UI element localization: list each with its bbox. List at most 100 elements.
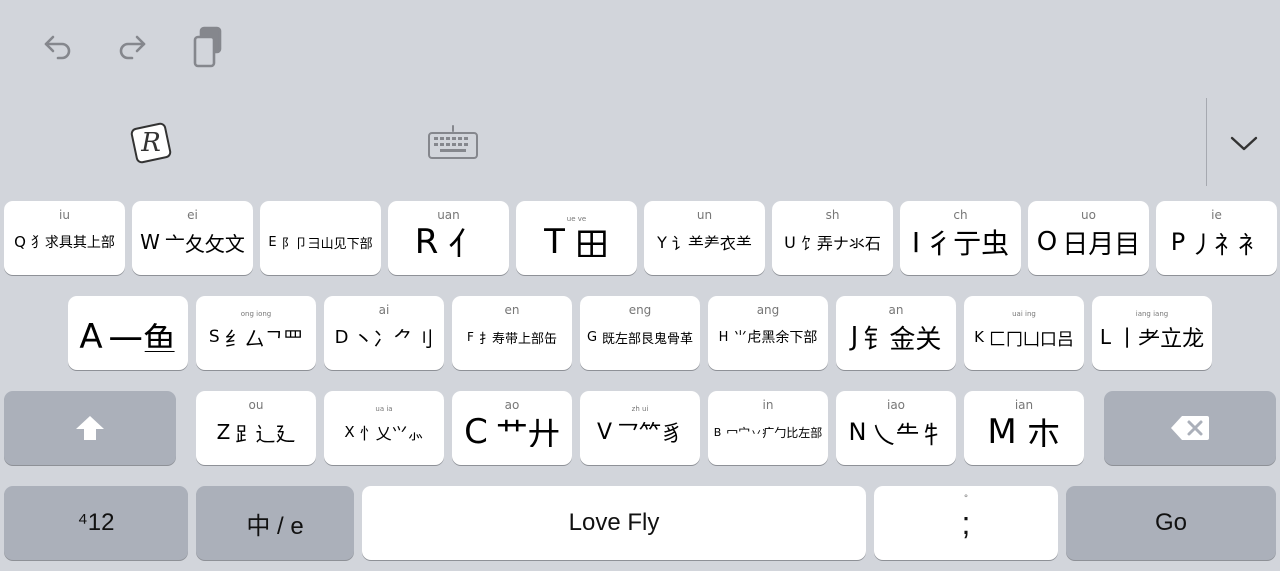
keyboard-icon[interactable] (424, 122, 482, 162)
key-hint: ei (187, 208, 198, 222)
key-hint: an (888, 303, 904, 317)
key-letter: Q (14, 233, 26, 251)
key-glyphs: 既左部艮鬼骨革 (602, 331, 694, 347)
key-glyphs: 纟厶ᄀ罒 (224, 326, 304, 351)
key-hint: un (696, 208, 713, 222)
key-p[interactable]: ie P 丿礻衤 (1156, 201, 1277, 275)
key-hint: ie (1211, 208, 1222, 222)
key-hint: uan (437, 208, 460, 222)
key-t[interactable]: ue ve T田 (516, 201, 637, 275)
key-hint: ou (248, 398, 264, 412)
key-n[interactable]: iao N 乀⺧牜 (836, 391, 956, 465)
key-row-2: A 一鱼 ong iong S 纟厶ᄀ罒 ai D 丶冫⺈刂 en F 扌寿带上部缶 e… (0, 296, 1280, 372)
key-o[interactable]: uo O 日月目 (1028, 201, 1149, 275)
shift-key[interactable] (4, 391, 176, 465)
go-key[interactable]: Go (1066, 486, 1276, 560)
redo-icon[interactable] (112, 26, 152, 66)
key-j[interactable]: an J 钅金关 (836, 296, 956, 370)
numbers-key[interactable]: ⁴12 (4, 486, 188, 560)
key-r[interactable]: uan R亻 (388, 201, 509, 275)
app-logo-letter: R (141, 128, 161, 158)
key-letter: K (974, 328, 984, 346)
key-d[interactable]: ai D 丶冫⺈刂 (324, 296, 444, 370)
key-glyphs: 亻 (448, 227, 483, 257)
go-key-label: Go (1154, 509, 1187, 536)
key-x[interactable]: ua ia X 忄乂⺍⺗ (324, 391, 444, 465)
key-y[interactable]: un Y 讠⺷⺶⾐⺷ (644, 201, 765, 275)
key-glyphs: 彳亍虫 (925, 227, 1010, 257)
key-letter: Y (657, 232, 667, 252)
key-glyphs: 阝卩彐山见下部 (281, 236, 373, 252)
chevron-down-icon[interactable] (1222, 126, 1266, 160)
space-key[interactable]: Love Fly (362, 486, 866, 560)
key-letter: U (784, 232, 796, 252)
key-letter: S (208, 327, 220, 347)
key-a[interactable]: A 一鱼 (68, 296, 188, 370)
key-k[interactable]: uai ing K 匚冂凵口吕 (964, 296, 1084, 370)
key-g[interactable]: eng G 既左部艮鬼骨革 (580, 296, 700, 370)
key-e[interactable]: E 阝卩彐山见下部 (260, 201, 381, 275)
key-hint: eng (628, 303, 652, 317)
key-m[interactable]: ian M朩 (964, 391, 1084, 465)
key-q[interactable]: iu Q 犭求具其上部 (4, 201, 125, 275)
space-key-label: Love Fly (568, 509, 660, 536)
key-glyphs: 冖宀丷疒勹比左部 (726, 425, 823, 440)
key-letter: J (850, 322, 859, 352)
key-letter: D (334, 326, 349, 348)
key-hint: ong iong (240, 310, 272, 318)
key-w[interactable]: ei W 亠夂攵文 (132, 201, 253, 275)
key-glyphs: 艹廾 (495, 417, 560, 447)
key-hint: uai ing (1012, 310, 1036, 318)
key-row-3: ou Z ⻊辶廴 ua ia X 忄乂⺍⺗ ao C 艹廾 zh ui V 乛⺮豸 in… (0, 391, 1280, 467)
key-glyphs: 一鱼 (108, 322, 177, 352)
key-row-4: ⁴12 中 / e Love Fly ° ; Go (0, 486, 1280, 562)
key-i[interactable]: ch I 彳亍虫 (900, 201, 1021, 275)
key-h[interactable]: ang H ⺌虍黑余下部 (708, 296, 828, 370)
numbers-key-label: ⁴12 (77, 509, 115, 536)
key-glyphs: 忄乂⺍⺗ (359, 424, 424, 443)
backspace-icon (1171, 416, 1209, 440)
language-switch-key[interactable]: 中 / e (196, 486, 354, 560)
key-hint: iang iang (1135, 310, 1169, 318)
key-v[interactable]: zh ui V 乛⺮豸 (580, 391, 700, 465)
shift-arrow-icon (76, 416, 104, 440)
key-letter: A (79, 322, 103, 352)
punctuation-key[interactable]: ° ; (874, 486, 1058, 560)
key-c[interactable]: ao C 艹廾 (452, 391, 572, 465)
undo-icon[interactable] (38, 26, 78, 66)
key-glyphs: ⺌虍黑余下部 (733, 330, 818, 346)
key-u[interactable]: sh U 饣弄ナ氺石 (772, 201, 893, 275)
key-glyphs: 犭求具其上部 (30, 235, 115, 251)
key-letter: N (848, 418, 867, 446)
key-f[interactable]: en F 扌寿带上部缶 (452, 296, 572, 370)
key-glyphs: 朩 (1026, 417, 1061, 447)
key-l[interactable]: iang iang L 丨耂立龙 (1092, 296, 1212, 370)
key-glyphs: 乛⺮豸 (617, 422, 684, 447)
key-letter: C (464, 417, 488, 447)
key-glyphs: 日月目 (1062, 229, 1141, 258)
key-b[interactable]: in B 冖宀丷疒勹比左部 (708, 391, 828, 465)
key-letter: X (344, 423, 355, 441)
key-letter: I (911, 227, 921, 257)
key-z[interactable]: ou Z ⻊辶廴 (196, 391, 316, 465)
key-letter: V (596, 419, 613, 445)
key-hint: sh (825, 208, 840, 222)
key-letter: G (586, 329, 598, 345)
key-letter: H (718, 329, 729, 345)
app-logo[interactable]: R (126, 118, 176, 168)
key-letter: Z (216, 420, 231, 444)
key-s[interactable]: ong iong S 纟厶ᄀ罒 (196, 296, 316, 370)
key-hint: ang (756, 303, 780, 317)
clipboard-icon[interactable] (186, 24, 230, 70)
key-hint: en (504, 303, 520, 317)
key-hint: zh ui (631, 405, 649, 413)
key-letter: T (544, 227, 565, 257)
key-letter: B (713, 425, 722, 439)
key-glyphs: 丨耂立龙 (1116, 327, 1205, 352)
key-row-1: iu Q 犭求具其上部 ei W 亠夂攵文 E 阝卩彐山见下部 uan R亻 ue v… (0, 201, 1280, 277)
key-hint: ua ia (375, 405, 393, 413)
key-hint: ai (378, 303, 390, 317)
toolbar-divider (1206, 98, 1207, 186)
delete-key[interactable] (1104, 391, 1276, 465)
language-switch-label: 中 / e (246, 512, 304, 540)
